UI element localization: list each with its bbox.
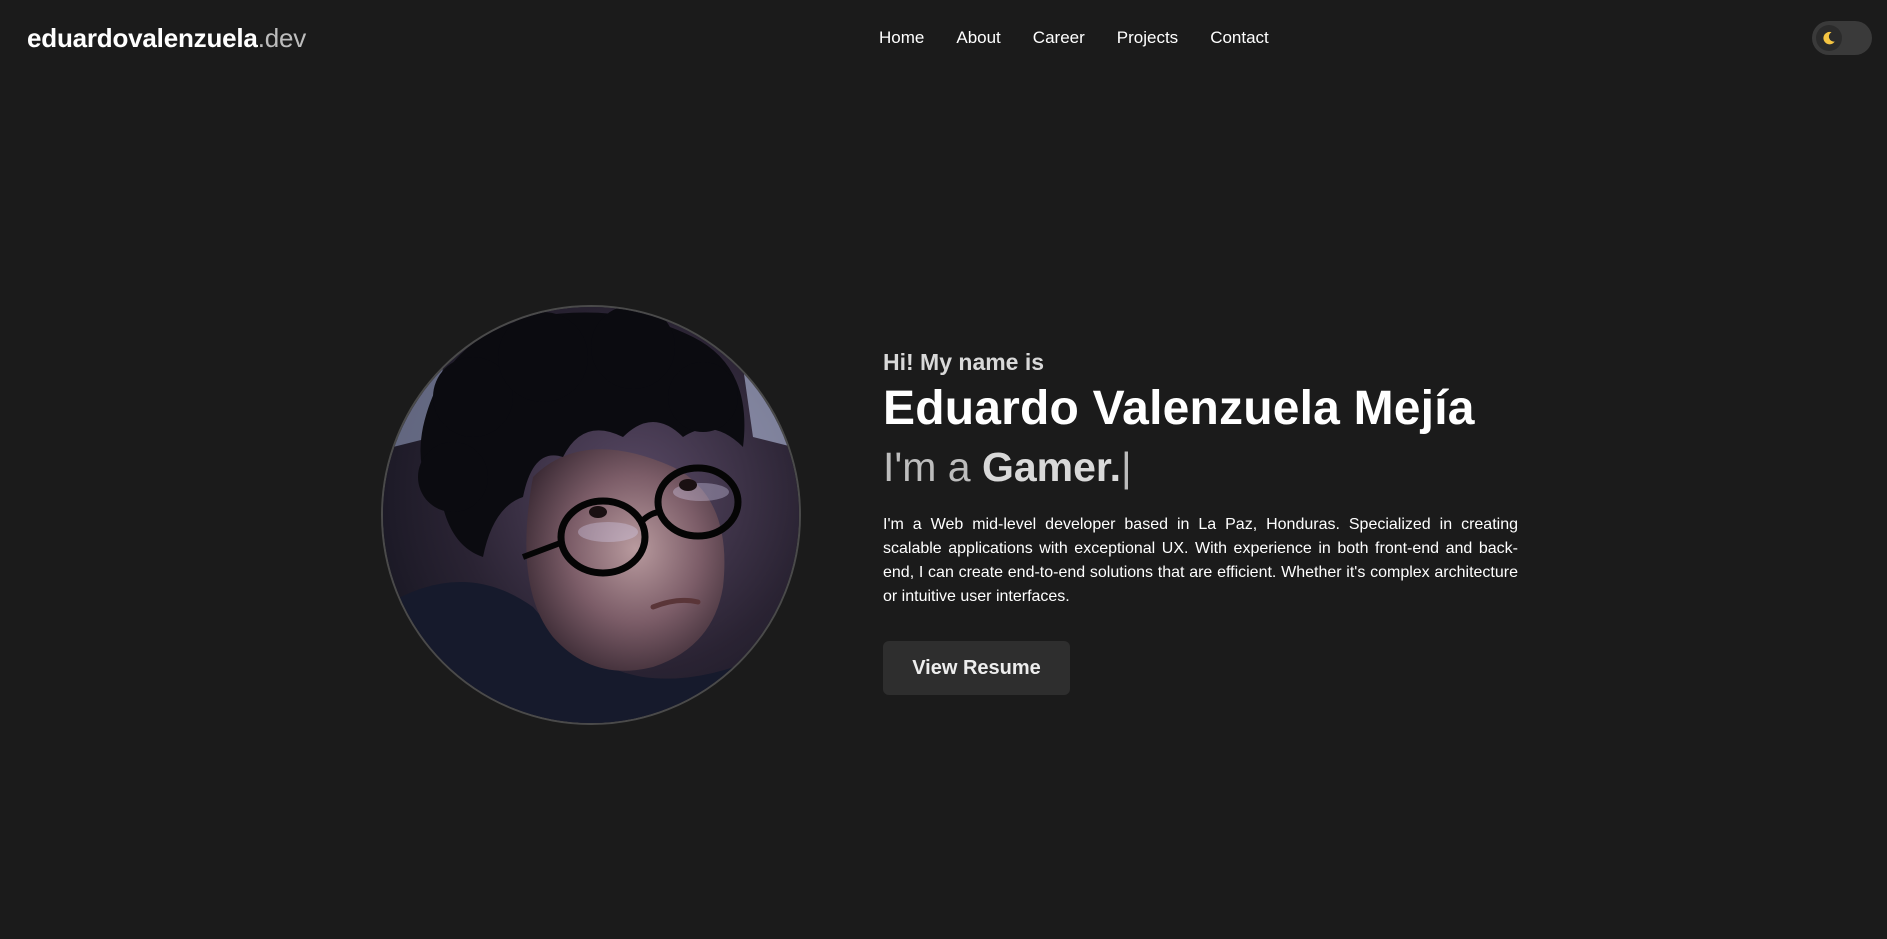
nav-link-contact[interactable]: Contact	[1210, 27, 1269, 49]
typed-role-text: I'm a Gamer.|	[883, 439, 1518, 495]
typed-role: Gamer.	[981, 444, 1122, 490]
hero-name: Eduardo Valenzuela Mejía	[883, 382, 1475, 435]
profile-photo	[381, 305, 801, 725]
nav-link-about[interactable]: About	[956, 27, 1000, 49]
nav-menu: Home About Career Projects Contact	[879, 27, 1269, 49]
greeting-text: Hi! My name is	[883, 349, 1045, 375]
view-resume-button[interactable]: View Resume	[883, 641, 1070, 695]
theme-toggle-knob	[1816, 25, 1842, 51]
brand-logo[interactable]: eduardovalenzuela.dev	[27, 22, 306, 54]
page: eduardovalenzuela.dev Home About Career …	[0, 0, 1887, 939]
brand-name: eduardovalenzuela	[27, 23, 258, 53]
profile-photo-illustration	[383, 307, 799, 723]
moon-icon	[1823, 31, 1835, 45]
nav-link-career[interactable]: Career	[1033, 27, 1085, 49]
brand-tld: .dev	[257, 23, 307, 53]
theme-toggle[interactable]	[1812, 21, 1872, 55]
typing-cursor: |	[1121, 444, 1132, 490]
nav-link-projects[interactable]: Projects	[1117, 27, 1178, 49]
typed-prefix: I'm a	[883, 444, 982, 490]
bio-paragraph: I'm a Web mid-level developer based in L…	[883, 516, 1518, 605]
nav-link-home[interactable]: Home	[879, 27, 924, 49]
navbar: eduardovalenzuela.dev Home About Career …	[0, 0, 1887, 78]
hero-intro: Hi! My name is Eduardo Valenzuela Mejía …	[883, 345, 1518, 625]
